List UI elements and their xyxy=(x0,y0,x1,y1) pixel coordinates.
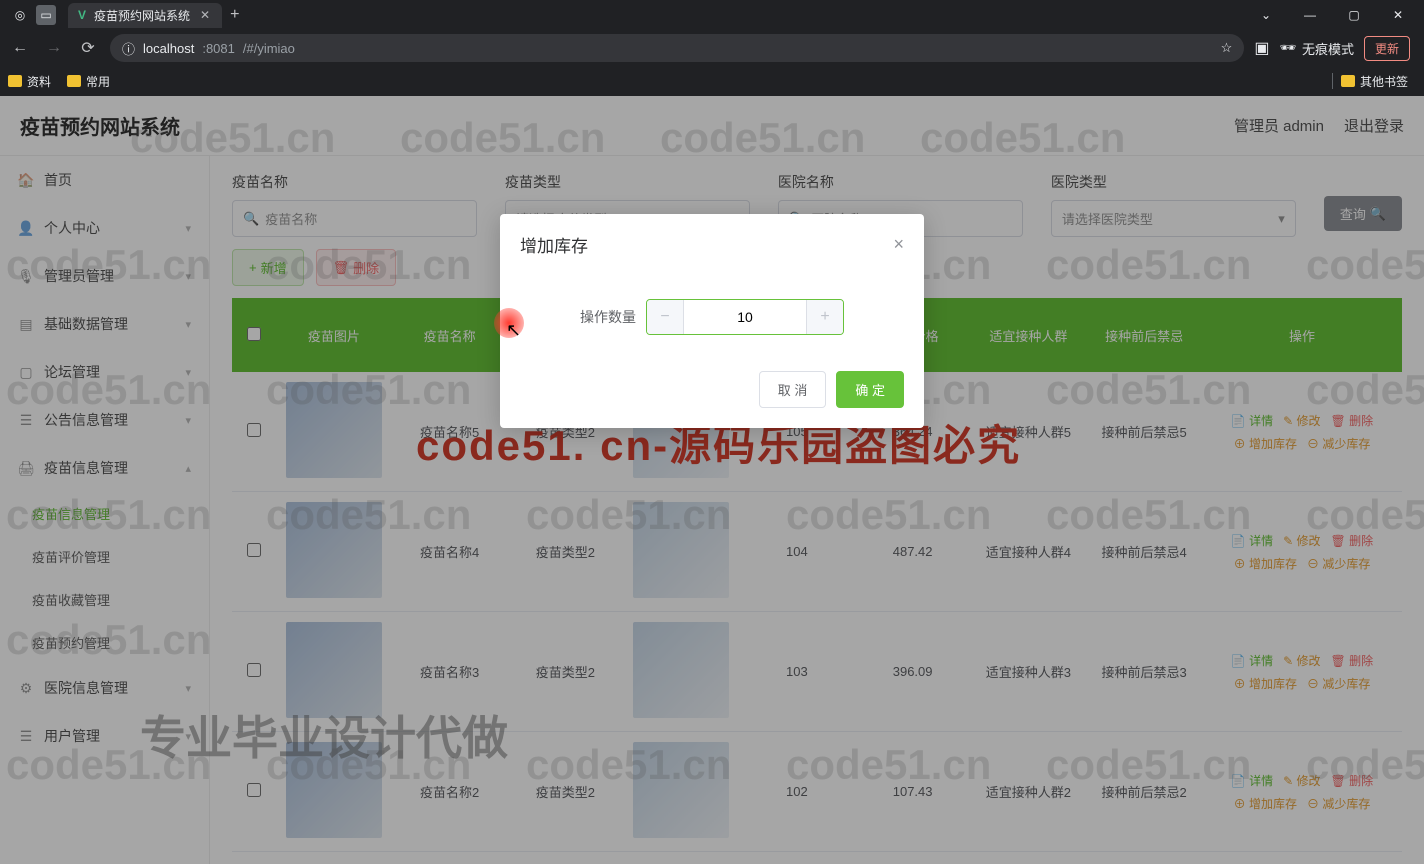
bookmark-other[interactable]: 其他书签 xyxy=(1341,73,1408,90)
quantity-input[interactable] xyxy=(683,300,807,334)
back-button[interactable]: ← xyxy=(8,36,32,60)
quantity-stepper: − + xyxy=(646,299,844,335)
app-icon[interactable]: ◎ xyxy=(10,5,30,25)
info-icon: ⓘ xyxy=(122,39,135,58)
browser-tab[interactable]: V 疫苗预约网站系统 ✕ xyxy=(68,3,222,28)
extensions-icon[interactable]: ▣ xyxy=(1254,38,1269,58)
update-button[interactable]: 更新 xyxy=(1364,36,1410,61)
tab-thumb-icon[interactable]: ▭ xyxy=(36,5,56,25)
folder-icon xyxy=(8,75,22,87)
close-window-button[interactable]: ✕ xyxy=(1376,0,1420,30)
confirm-button[interactable]: 确 定 xyxy=(836,371,904,408)
star-icon[interactable]: ☆ xyxy=(1221,40,1233,56)
modal-header: 增加库存 × xyxy=(500,214,924,275)
bookmark-item[interactable]: 资料 xyxy=(8,73,51,90)
modal-mask[interactable]: 增加库存 × 操作数量 − + 取 消 确 定 xyxy=(0,96,1424,864)
chevron-down-icon[interactable]: ⌄ xyxy=(1244,0,1288,30)
tab-bar: ◎ ▭ V 疫苗预约网站系统 ✕ + ⌄ — ▢ ✕ xyxy=(0,0,1424,30)
url-port: :8081 xyxy=(202,41,235,56)
modal-title: 增加库存 xyxy=(520,232,588,257)
url-path: /#/yimiao xyxy=(243,41,295,56)
incognito-badge[interactable]: 🕶 无痕模式 xyxy=(1279,39,1354,58)
address-bar: ← → ⟳ ⓘ localhost :8081 /#/yimiao ☆ ▣ 🕶 无痕… xyxy=(0,30,1424,66)
tab-title: 疫苗预约网站系统 xyxy=(94,7,190,24)
bookmark-label: 资料 xyxy=(27,73,51,90)
decrease-button[interactable]: − xyxy=(647,300,683,334)
maximize-button[interactable]: ▢ xyxy=(1332,0,1376,30)
increase-button[interactable]: + xyxy=(807,300,843,334)
modal-add-stock: 增加库存 × 操作数量 − + 取 消 确 定 xyxy=(500,214,924,428)
folder-icon xyxy=(1341,75,1355,87)
incognito-label: 无痕模式 xyxy=(1302,39,1354,58)
incognito-icon: 🕶 xyxy=(1279,40,1296,56)
bookmark-label: 其他书签 xyxy=(1360,73,1408,90)
forward-button[interactable]: → xyxy=(42,36,66,60)
url-host: localhost xyxy=(143,41,194,56)
minimize-button[interactable]: — xyxy=(1288,0,1332,30)
app-root: code51.cn code51.cn code51.cn code51.cn … xyxy=(0,96,1424,864)
modal-field-label: 操作数量 xyxy=(580,307,636,327)
bookmarks-bar: 资料 常用 其他书签 xyxy=(0,66,1424,96)
browser-chrome: ◎ ▭ V 疫苗预约网站系统 ✕ + ⌄ — ▢ ✕ ← → ⟳ ⓘ local… xyxy=(0,0,1424,96)
bookmark-item[interactable]: 常用 xyxy=(67,73,110,90)
reload-button[interactable]: ⟳ xyxy=(76,36,100,60)
url-input[interactable]: ⓘ localhost :8081 /#/yimiao ☆ xyxy=(110,34,1244,62)
bookmark-label: 常用 xyxy=(86,73,110,90)
vue-icon: V xyxy=(78,8,86,22)
cancel-button[interactable]: 取 消 xyxy=(759,371,827,408)
separator xyxy=(1332,73,1333,89)
new-tab-button[interactable]: + xyxy=(230,6,239,24)
close-tab-icon[interactable]: ✕ xyxy=(198,8,212,22)
folder-icon xyxy=(67,75,81,87)
close-icon[interactable]: × xyxy=(893,234,904,255)
